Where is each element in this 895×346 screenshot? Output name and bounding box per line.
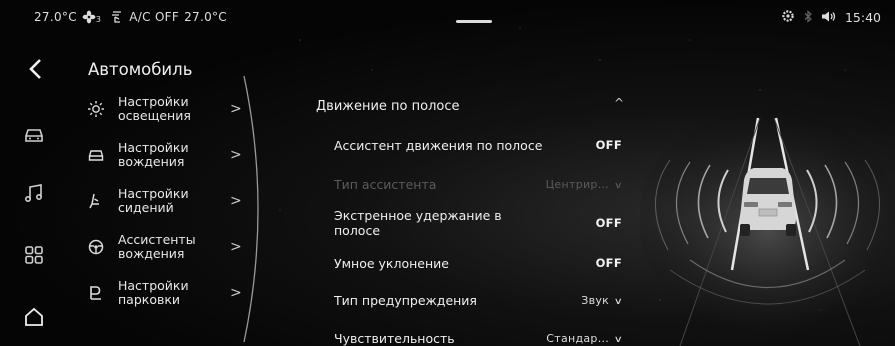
chevron-down-icon: ∨ — [613, 296, 624, 307]
chevron-down-icon: ∨ — [613, 180, 624, 191]
chevron-down-icon: ∨ — [613, 334, 624, 345]
select-value: Центрир... — [545, 177, 610, 191]
select-value: Стандар... — [546, 331, 610, 345]
home-nav-button[interactable] — [22, 305, 46, 329]
setting-row-warning-type[interactable]: Тип предупреждения Звук ∨ — [316, 280, 636, 320]
car-icon — [86, 145, 106, 165]
setting-row-smart-evasion[interactable]: Умное уклонение OFF — [316, 246, 636, 280]
home-icon — [25, 307, 43, 326]
menu-item-lighting[interactable]: Настройки освещения > — [82, 86, 262, 132]
setting-label: Экстренное удержание в полосе — [334, 208, 502, 238]
menu-item-label: Настройки сидений — [118, 186, 189, 215]
temp-right: 27.0°C — [184, 9, 227, 24]
fan-level: 3 — [95, 15, 102, 24]
assist-type-select[interactable]: Центрир... ∨ — [545, 177, 624, 191]
menu-item-label: Настройки освещения — [118, 94, 191, 123]
menu-item-parking[interactable]: Настройки парковки > — [82, 270, 262, 316]
clock: 15:40 — [844, 10, 881, 25]
airflow-seat-icon — [110, 10, 124, 24]
car-nav-button[interactable] — [22, 122, 46, 146]
steering-wheel-icon — [86, 237, 106, 257]
lane-settings-panel: Движение по полосе ^ Ассистент движения … — [316, 90, 636, 346]
apps-nav-button[interactable] — [22, 243, 46, 267]
vehicle-settings-screen: 27.0°C 3 A/C OFF 27.0°C 15:40 Автомобиль… — [0, 0, 895, 346]
toggle-value[interactable]: OFF — [596, 138, 622, 152]
menu-item-driver-assist[interactable]: Ассистенты вождения > — [82, 224, 262, 270]
menu-item-label: Настройки парковки — [118, 278, 189, 307]
setting-label: Тип предупреждения — [334, 292, 477, 308]
car-icon — [25, 129, 43, 142]
setting-label: Тип ассистента — [334, 176, 437, 192]
menu-item-seats[interactable]: Настройки сидений > — [82, 178, 262, 224]
fan-icon — [82, 10, 96, 24]
toggle-value[interactable]: OFF — [596, 256, 622, 270]
setting-row-assist-type[interactable]: Тип ассистента Центрир... ∨ — [316, 168, 636, 200]
pull-down-handle[interactable] — [456, 20, 492, 23]
music-nav-button[interactable] — [22, 181, 46, 205]
settings-menu: Настройки освещения > Настройки вождения… — [82, 86, 262, 316]
setting-label: Чувствительность — [334, 330, 455, 346]
page-title: Автомобиль — [88, 60, 193, 79]
sun-icon — [86, 99, 106, 119]
menu-divider-arc — [243, 75, 259, 343]
toggle-value[interactable]: OFF — [596, 216, 622, 230]
menu-item-label: Ассистенты вождения — [118, 232, 196, 261]
setting-label: Ассистент движения по полосе — [334, 137, 543, 153]
apps-grid-icon — [25, 246, 43, 264]
climate-status[interactable]: 27.0°C 3 A/C OFF 27.0°C — [34, 9, 227, 25]
chevron-up-icon: ^ — [614, 96, 625, 110]
gear-icon[interactable] — [781, 9, 795, 26]
lane-assist-visualization — [640, 110, 895, 346]
section-title: Движение по полосе — [316, 98, 460, 114]
select-value: Звук — [581, 293, 610, 307]
setting-row-emergency-lane-keep[interactable]: Экстренное удержание в полосе OFF — [316, 200, 636, 246]
setting-label: Умное уклонение — [334, 255, 449, 271]
bluetooth-icon — [803, 9, 813, 26]
music-note-icon — [24, 184, 43, 203]
volume-icon[interactable] — [821, 10, 837, 26]
parking-icon — [86, 283, 106, 303]
seat-icon — [86, 191, 106, 211]
system-status: 15:40 — [781, 9, 881, 26]
setting-row-lane-assist[interactable]: Ассистент движения по полосе OFF — [316, 122, 636, 168]
setting-row-sensitivity[interactable]: Чувствительность Стандар... ∨ — [316, 320, 636, 346]
chevron-left-icon — [29, 59, 41, 79]
warning-type-select[interactable]: Звук ∨ — [581, 293, 624, 307]
sensitivity-select[interactable]: Стандар... ∨ — [546, 331, 624, 345]
ac-status: A/C OFF — [129, 9, 180, 24]
back-button[interactable] — [26, 57, 48, 81]
lane-section-header[interactable]: Движение по полосе ^ — [316, 90, 636, 122]
car-rear-graphic — [740, 168, 796, 236]
menu-item-driving[interactable]: Настройки вождения > — [82, 132, 262, 178]
menu-item-label: Настройки вождения — [118, 140, 189, 169]
temp-left: 27.0°C — [34, 9, 77, 24]
